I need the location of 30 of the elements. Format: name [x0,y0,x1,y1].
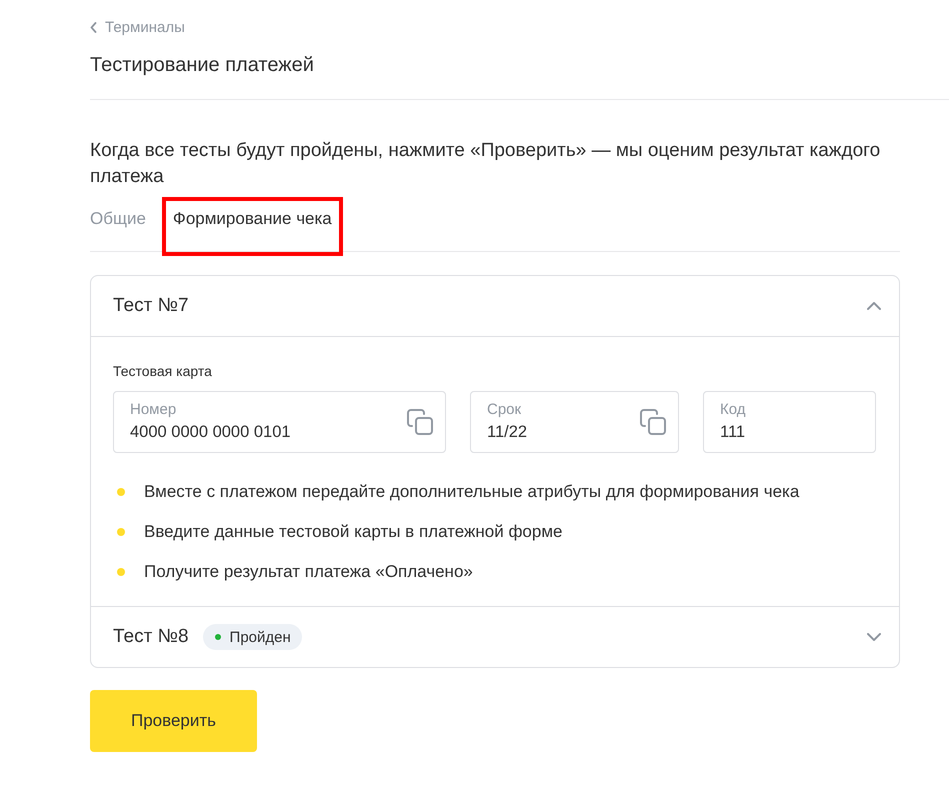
bullet-icon [117,528,125,536]
status-label: Пройден [230,628,291,646]
bullet-icon [117,488,125,496]
test-header[interactable]: Тест №8 Пройден [91,607,899,667]
card-field[interactable]: Срок 11/22 [470,391,679,453]
copy-icon[interactable] [640,409,666,435]
field-value: 111 [720,422,746,443]
test-title: Тест №8 [113,626,189,648]
field-label: Код [720,401,747,419]
card-label: Тестовая карта [113,363,213,379]
field-label: Срок [487,401,522,419]
field-value: 11/22 [487,422,528,443]
chevron-up-icon [867,302,881,310]
field-label: Номер [130,401,178,419]
tab[interactable]: Формирование чека [172,209,332,228]
test-title: Тест №7 [113,295,189,317]
step-text: Получите результат платежа «Оплачено» [144,561,473,583]
step-text: Введите данные тестовой карты в платежной форме [144,521,562,543]
step-text: Вместе с платежом передайте дополнительные атрибуты для формирования чека [144,481,800,503]
page-title: Тестирование платежей [90,53,315,78]
test-header[interactable]: Тест №7 [91,276,899,337]
bullet-icon [117,568,125,576]
field-value: 4000 0000 0000 0101 [130,422,292,443]
chevron-down-icon [867,633,881,641]
card-field[interactable]: Номер 4000 0000 0000 0101 [113,391,446,453]
check-button[interactable]: Проверить [90,690,257,752]
chevron-left-icon [90,22,97,33]
copy-icon[interactable] [407,409,433,435]
card-field[interactable]: Код 111 [703,391,876,453]
instruction-text: Когда все тесты будут пройдены, нажмите «Проверить» — мы оценим результат каждого платежа [90,139,882,189]
